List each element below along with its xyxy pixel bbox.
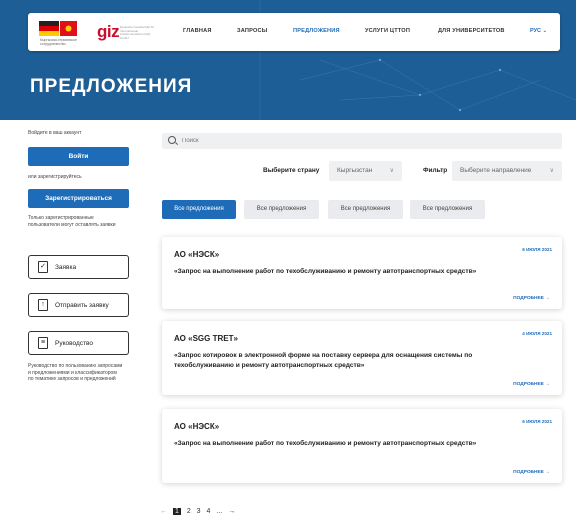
page-link[interactable]: 1 bbox=[172, 508, 181, 515]
offer-card[interactable]: 4 ИЮЛЯ 2021 АО «SGG TRET» «Запрос котиро… bbox=[162, 321, 562, 395]
offer-org: АО «SGG TRET» bbox=[174, 334, 238, 343]
send-application-button[interactable]: ↑ Отправить заявку bbox=[28, 293, 129, 317]
register-prompt: или зарегистрируйтесь bbox=[28, 174, 82, 180]
language-selector[interactable]: РУС ⌄ bbox=[530, 28, 547, 34]
application-label: Заявка bbox=[55, 264, 77, 271]
tab-all-offers-2[interactable]: Все предложения bbox=[244, 200, 319, 219]
register-button[interactable]: Зарегистрироваться bbox=[28, 189, 129, 208]
search-icon bbox=[168, 136, 176, 144]
tab-all-offers-4[interactable]: Все предложения bbox=[410, 200, 485, 219]
login-button[interactable]: Войти bbox=[28, 147, 129, 166]
page-ellipsis: ... bbox=[216, 508, 223, 515]
country-label: Выберите страну bbox=[263, 167, 320, 174]
offer-card[interactable]: 6 ИЮЛЯ 2021 АО «НЭСК» «Запрос на выполне… bbox=[162, 237, 562, 309]
search-input[interactable] bbox=[182, 135, 482, 147]
upload-document-icon: ↑ bbox=[38, 299, 48, 311]
nav-requests[interactable]: ЗАПРОСЫ bbox=[237, 28, 267, 34]
nav-home[interactable]: ГЛАВНАЯ bbox=[183, 28, 212, 34]
top-navbar: Кыргызско-германское сотрудничество giz … bbox=[28, 13, 560, 51]
guide-button[interactable]: ≡ Руководство bbox=[28, 331, 129, 355]
register-note: Только зарегистрированные пользователи м… bbox=[28, 215, 116, 228]
offer-date: 6 ИЮЛЯ 2021 bbox=[522, 419, 552, 424]
send-application-label: Отправить заявку bbox=[55, 302, 109, 309]
offer-org: АО «НЭСК» bbox=[174, 422, 220, 431]
page-link[interactable]: 3 bbox=[197, 508, 201, 515]
direction-value: Выберите направление bbox=[460, 167, 532, 174]
search-bar bbox=[162, 133, 562, 149]
more-link[interactable]: ПОДРОБНЕЕ → bbox=[513, 296, 550, 301]
document-icon: ✓ bbox=[38, 261, 48, 273]
country-value: Кыргызстан bbox=[337, 167, 373, 174]
nav-universities[interactable]: ДЛЯ УНИВЕРСИТЕТОВ bbox=[438, 28, 505, 34]
guide-icon: ≡ bbox=[38, 337, 48, 349]
offer-date: 4 ИЮЛЯ 2021 bbox=[522, 331, 552, 336]
more-link[interactable]: ПОДРОБНЕЕ → bbox=[513, 470, 550, 475]
guide-label: Руководство bbox=[55, 340, 93, 347]
offer-card[interactable]: 6 ИЮЛЯ 2021 АО «НЭСК» «Запрос на выполне… bbox=[162, 409, 562, 483]
page-link[interactable]: 2 bbox=[187, 508, 191, 515]
direction-select[interactable]: Выберите направление ∨ bbox=[452, 161, 562, 181]
offer-date: 6 ИЮЛЯ 2021 bbox=[522, 247, 552, 252]
prev-page-arrow-icon[interactable]: ← bbox=[160, 508, 167, 515]
chevron-down-icon: ∨ bbox=[549, 168, 554, 174]
next-page-arrow-icon[interactable]: → bbox=[228, 508, 235, 515]
login-prompt: Войдите в ваш аккаунт bbox=[28, 130, 82, 136]
giz-logo[interactable]: giz bbox=[97, 22, 120, 42]
offer-org: АО «НЭСК» bbox=[174, 250, 220, 259]
page-link[interactable]: 4 bbox=[207, 508, 211, 515]
tab-all-offers-3[interactable]: Все предложения bbox=[328, 200, 403, 219]
application-button[interactable]: ✓ Заявка bbox=[28, 255, 129, 279]
giz-subtitle: Deutsche Gesellschaft für Internationale… bbox=[120, 25, 155, 40]
pagination: ← 1 2 3 4 ... → bbox=[160, 508, 239, 515]
nav-offers[interactable]: ПРЕДЛОЖЕНИЯ bbox=[293, 28, 340, 34]
partner-logo-text: Кыргызско-германское сотрудничество bbox=[40, 38, 77, 46]
nav-services[interactable]: УСЛУГИ ЦТТОП bbox=[365, 28, 410, 34]
flags-icon bbox=[39, 21, 77, 36]
more-link[interactable]: ПОДРОБНЕЕ → bbox=[513, 382, 550, 387]
tab-all-offers-1[interactable]: Все предложения bbox=[162, 200, 236, 219]
page-title: ПРЕДЛОЖЕНИЯ bbox=[30, 76, 193, 97]
filter-label: Фильтр bbox=[423, 167, 448, 174]
offer-description: «Запрос на выполнение работ по техобслуж… bbox=[174, 268, 477, 275]
offer-description: «Запрос котировок в электронной форме на… bbox=[174, 352, 473, 369]
guide-note: Руководство по пользованию запросами и п… bbox=[28, 363, 123, 382]
country-select[interactable]: Кыргызстан ∨ bbox=[329, 161, 402, 181]
offer-description: «Запрос на выполнение работ по техобслуж… bbox=[174, 440, 477, 447]
chevron-down-icon: ∨ bbox=[389, 168, 394, 174]
